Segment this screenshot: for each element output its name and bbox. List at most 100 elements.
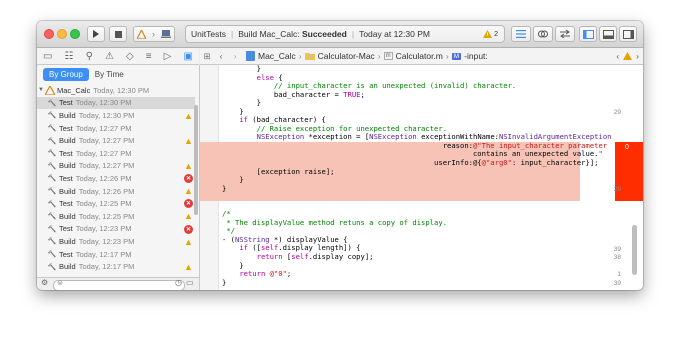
jump-method[interactable]: M -input: xyxy=(451,51,488,61)
code-line[interactable]: } xyxy=(218,278,598,288)
debug-icon[interactable]: ≡ xyxy=(146,51,152,62)
navigator-scrollbar[interactable] xyxy=(194,105,198,215)
zoom-button[interactable] xyxy=(70,29,80,39)
root-row[interactable]: ▼ Mac_Calc Today, 12:30 PM xyxy=(37,84,195,97)
activity-warning-badge[interactable]: 2 xyxy=(483,30,504,38)
report-row[interactable]: 🔨 Test Today, 12:30 PM xyxy=(37,96,195,110)
code-line[interactable]: [exception raise]; xyxy=(218,167,598,177)
code-line[interactable]: } xyxy=(218,176,598,185)
report-time: Today, 12:25 PM xyxy=(78,211,135,221)
issue-navigation: ‹ › xyxy=(616,51,643,61)
file-type-icon: m xyxy=(383,52,393,60)
warning-icon[interactable]: ⚠ xyxy=(105,51,114,62)
report-time: Today, 12:25 PM xyxy=(75,199,132,209)
report-row[interactable]: 🔨 Build Today, 12:27 PM ▲ xyxy=(37,134,195,147)
stop-button[interactable] xyxy=(109,26,127,42)
toggle-navigator-button[interactable] xyxy=(579,26,597,42)
source-editor[interactable]: } else { // input_character is an unexpe… xyxy=(200,65,643,290)
report-time: Today, 12:26 PM xyxy=(78,186,135,196)
warning-icon: ▲ xyxy=(184,186,193,197)
scheme-selector[interactable]: › xyxy=(133,26,175,42)
run-button[interactable] xyxy=(87,26,105,42)
jump-file[interactable]: m Calculator.m xyxy=(383,51,443,61)
code-line[interactable] xyxy=(218,193,598,202)
filter-input[interactable]: ⊜ xyxy=(53,280,185,290)
activity-status-prefix: Build Mac_Calc: xyxy=(238,29,302,39)
gear-icon[interactable]: ⚙ xyxy=(41,278,48,287)
search-icon[interactable]: ⚲ xyxy=(86,51,93,62)
forward-button[interactable]: › xyxy=(228,51,242,61)
report-row[interactable]: 🔨 Test Today, 12:27 PM xyxy=(37,122,195,135)
recent-clock-icon[interactable]: ◷ xyxy=(175,278,182,287)
report-row[interactable]: 🔨 Test Today, 12:17 PM xyxy=(37,248,195,261)
chevron-right-icon: › xyxy=(445,51,449,61)
close-button[interactable] xyxy=(44,29,54,39)
related-items-icon[interactable]: ⊞ xyxy=(200,51,214,62)
editor-scrollbar[interactable] xyxy=(632,225,637,275)
hammer-icon: 🔨 xyxy=(47,213,57,221)
assistant-editor-button[interactable] xyxy=(533,26,553,42)
warning-icon[interactable] xyxy=(623,52,633,60)
activity-status-result: Succeeded xyxy=(301,29,347,39)
code-line[interactable]: * The displayValue method retuns a copy … xyxy=(218,218,598,228)
report-row[interactable]: 🔨 Test Today, 12:25 PM ✕ xyxy=(37,197,195,210)
next-issue-button[interactable]: › xyxy=(636,51,639,61)
code-line[interactable]: bad_character = TRUE; xyxy=(218,90,598,100)
jump-group[interactable]: Calculator-Mac xyxy=(304,51,375,61)
code-line[interactable]: return @"0"; xyxy=(218,269,598,279)
activity-status: Build Mac_Calc: Succeeded xyxy=(233,29,352,39)
report-row[interactable]: 🔨 Build Today, 12:26 PM ▲ xyxy=(37,185,195,198)
disclosure-triangle-icon[interactable]: ▼ xyxy=(37,87,45,93)
code-area[interactable]: } else { // input_character is an unexpe… xyxy=(218,65,612,290)
coverage-count: 29 xyxy=(613,108,621,116)
jump-project[interactable]: Mac_Calc xyxy=(246,51,296,61)
method-icon: M xyxy=(451,52,462,60)
code-line[interactable] xyxy=(218,202,598,211)
warning-icon: ▲ xyxy=(184,211,193,222)
hammer-icon: 🔨 xyxy=(47,175,57,183)
report-type: Build xyxy=(59,136,76,146)
group-selector: By Group By Time xyxy=(43,68,130,81)
report-row[interactable]: 🔨 Build Today, 12:30 PM ▲ xyxy=(37,109,195,122)
coverage-count: 39 xyxy=(613,245,621,253)
previous-issue-button[interactable]: ‹ xyxy=(616,51,619,61)
report-type: Test xyxy=(59,199,73,209)
warning-icon: ▲ xyxy=(184,110,193,121)
report-time: Today, 12:30 PM xyxy=(75,98,132,108)
computer-icon xyxy=(161,30,171,38)
activity-viewer: UnitTests | Build Mac_Calc: Succeeded | … xyxy=(185,25,505,43)
jump-method-label: -input: xyxy=(464,51,488,61)
code-line[interactable]: return [self.display copy]; xyxy=(218,252,598,262)
code-line[interactable]: } xyxy=(218,99,598,108)
test-diamond-icon[interactable]: ◇ xyxy=(126,51,134,62)
warning-icon: ▲ xyxy=(184,135,193,146)
hammer-icon: 🔨 xyxy=(47,225,57,233)
report-row[interactable]: 🔨 Test Today, 12:23 PM ✕ xyxy=(37,223,195,236)
toggle-utilities-button[interactable] xyxy=(619,26,637,42)
hierarchy-icon[interactable]: ☷ xyxy=(65,51,74,62)
breakpoint-icon[interactable]: ▷ xyxy=(164,51,172,62)
toggle-debug-area-button[interactable] xyxy=(599,26,617,42)
report-row[interactable]: 🔨 Test Today, 12:27 PM xyxy=(37,147,195,160)
filter-scope-icon[interactable]: ▭ xyxy=(186,278,194,287)
report-row[interactable]: 🔨 Build Today, 12:25 PM ▲ xyxy=(37,210,195,223)
code-line[interactable] xyxy=(218,287,598,290)
report-row[interactable]: 🔨 Build Today, 12:27 PM ▲ xyxy=(37,160,195,173)
standard-editor-button[interactable] xyxy=(511,26,531,42)
report-row[interactable]: 🔨 Build Today, 12:23 PM ▲ xyxy=(37,235,195,248)
warning-icon: ▲ xyxy=(184,236,193,247)
root-time: Today, 12:30 PM xyxy=(93,85,150,95)
version-editor-button[interactable] xyxy=(555,26,575,42)
folder-icon[interactable]: ▭ xyxy=(43,51,52,62)
report-icon[interactable]: ▣ xyxy=(183,51,192,62)
back-button[interactable]: ‹ xyxy=(214,51,228,61)
hammer-icon: 🔨 xyxy=(47,150,57,158)
report-row[interactable]: 🔨 Test Today, 12:26 PM ✕ xyxy=(37,172,195,185)
by-time-button[interactable]: By Time xyxy=(89,68,130,81)
code-line[interactable]: } xyxy=(218,184,598,194)
minimize-button[interactable] xyxy=(57,29,67,39)
folder-icon xyxy=(304,53,315,60)
report-time: Today, 12:27 PM xyxy=(78,136,135,146)
by-group-button[interactable]: By Group xyxy=(43,68,89,81)
report-row[interactable]: 🔨 Build Today, 12:17 PM ▲ xyxy=(37,260,195,273)
